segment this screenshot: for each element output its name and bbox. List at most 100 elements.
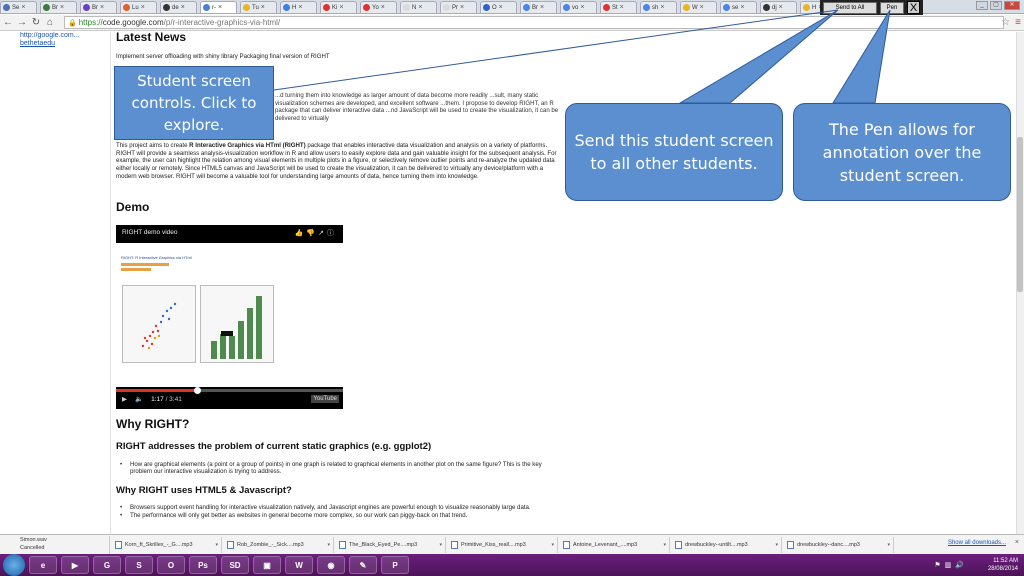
close-student-screen-button[interactable]: X [907, 1, 920, 14]
taskbar-app-icon[interactable]: P [381, 556, 409, 574]
youtube-logo[interactable]: YouTube [311, 395, 339, 403]
start-button[interactable] [3, 554, 25, 576]
browser-tab[interactable]: sh × [640, 1, 677, 13]
flag-icon[interactable]: ⚑ [934, 562, 944, 569]
volume-tray-icon[interactable]: 🔊 [955, 562, 968, 569]
video-player[interactable]: RIGHT demo video 👍👎↗ⓘ RIGHT: R Interacti… [116, 225, 343, 409]
download-item[interactable]: Simon.wav Cancelled [0, 535, 110, 554]
maximize-button[interactable]: ▢ [990, 1, 1002, 10]
sidebar-link[interactable]: http://google.com... [20, 32, 80, 40]
tab-close-icon[interactable]: × [218, 4, 222, 11]
clock[interactable]: 11:52 AM 28/08/2014 [988, 557, 1018, 573]
download-item[interactable]: drewbuckley--danc....mp3 ▾ [784, 536, 894, 553]
taskbar-app-icon[interactable]: Ps [189, 556, 217, 574]
tab-close-icon[interactable]: × [298, 4, 302, 11]
taskbar-app-icon[interactable]: ✎ [349, 556, 377, 574]
bookmark-star-icon[interactable]: ☆ [1001, 17, 1010, 28]
download-item[interactable]: drewbuckley--untilt....mp3 ▾ [672, 536, 782, 553]
tab-close-icon[interactable]: × [700, 4, 704, 11]
chevron-down-icon[interactable]: ▾ [663, 542, 666, 548]
sidebar-link[interactable]: bethetaedu [20, 40, 80, 48]
taskbar-app-icon[interactable]: W [285, 556, 313, 574]
tab-close-icon[interactable]: × [740, 4, 744, 11]
forward-arrow-icon[interactable]: → [16, 17, 28, 28]
taskbar-app-icon[interactable]: ◉ [317, 556, 345, 574]
chevron-down-icon[interactable]: ▾ [439, 542, 442, 548]
browser-tab[interactable]: Se × [0, 1, 37, 13]
taskbar-app-icon[interactable]: e [29, 556, 57, 574]
browser-tab[interactable]: Br × [520, 1, 557, 13]
tab-close-icon[interactable]: × [499, 4, 503, 11]
browser-tab[interactable]: Ki × [320, 1, 357, 13]
browser-tab[interactable]: Lu × [120, 1, 157, 13]
download-item[interactable]: The_Black_Eyed_Pe....mp3 ▾ [336, 536, 446, 553]
page-scrollbar[interactable] [1016, 32, 1024, 534]
chevron-down-icon[interactable]: ▾ [551, 542, 554, 548]
browser-tab[interactable]: O × [480, 1, 517, 13]
tab-close-icon[interactable]: × [181, 4, 185, 11]
tab-close-icon[interactable]: × [381, 4, 385, 11]
tab-close-icon[interactable]: × [580, 4, 584, 11]
browser-tab[interactable]: St × [600, 1, 637, 13]
chevron-down-icon[interactable]: ▾ [887, 542, 890, 548]
tab-close-icon[interactable]: × [460, 4, 464, 11]
back-arrow-icon[interactable]: ← [2, 17, 14, 28]
info-icon[interactable]: ⓘ [327, 230, 337, 237]
pen-button[interactable]: Pen [880, 1, 904, 14]
show-all-downloads-link[interactable]: Show all downloads... [948, 540, 1006, 546]
dislike-icon[interactable]: 👎 [306, 230, 318, 237]
tab-close-icon[interactable]: × [660, 4, 664, 11]
chevron-down-icon[interactable]: ▾ [775, 542, 778, 548]
browser-tab[interactable]: r- × [200, 1, 237, 13]
browser-tab[interactable]: N × [400, 1, 437, 13]
taskbar-app-icon[interactable]: G [93, 556, 121, 574]
close-downloads-bar-button[interactable]: × [1015, 539, 1019, 546]
download-item[interactable]: Antoine_Levenant_....mp3 ▾ [560, 536, 670, 553]
home-icon[interactable]: ⌂ [44, 17, 56, 28]
play-icon[interactable]: ▶ [122, 395, 127, 403]
chevron-down-icon[interactable]: ▾ [327, 542, 330, 548]
browser-tab[interactable]: se × [720, 1, 757, 13]
tab-close-icon[interactable]: × [418, 4, 422, 11]
taskbar-app-icon[interactable]: ▶ [61, 556, 89, 574]
tab-close-icon[interactable]: × [60, 4, 64, 11]
browser-tab[interactable]: H× [280, 1, 317, 13]
taskbar-app-icon[interactable]: S [125, 556, 153, 574]
taskbar-app-icon[interactable]: SD [221, 556, 249, 574]
browser-tab[interactable]: Br × [40, 1, 77, 13]
taskbar-app-icon[interactable]: O [157, 556, 185, 574]
browser-tab[interactable]: de × [160, 1, 197, 13]
tab-close-icon[interactable]: × [100, 4, 104, 11]
reload-icon[interactable]: ↻ [30, 17, 42, 28]
menu-icon[interactable]: ≡ [1015, 17, 1021, 28]
scrollbar-thumb[interactable] [1017, 137, 1023, 292]
taskbar-app-icon[interactable]: ▣ [253, 556, 281, 574]
tab-close-icon[interactable]: × [540, 4, 544, 11]
video-scrubber-handle[interactable] [194, 387, 201, 394]
chevron-down-icon[interactable]: ▾ [215, 542, 218, 548]
tab-close-icon[interactable]: × [339, 4, 343, 11]
network-icon[interactable]: ▥ [945, 562, 956, 569]
like-icon[interactable]: 👍 [295, 230, 307, 237]
browser-tab[interactable]: Tu × [240, 1, 277, 13]
tab-close-icon[interactable]: × [620, 4, 624, 11]
tab-close-icon[interactable]: × [261, 4, 265, 11]
download-item[interactable]: Primitive_Kiss_reall....mp3 ▾ [448, 536, 558, 553]
browser-tab[interactable]: Pr × [440, 1, 477, 13]
window-close-button[interactable]: ✕ [1004, 1, 1020, 10]
browser-tab[interactable]: Yo × [360, 1, 397, 13]
address-bar[interactable]: 🔒 https:// code.google.com /p/r-interact… [64, 16, 1004, 29]
browser-tab[interactable]: W × [680, 1, 717, 13]
tab-close-icon[interactable]: × [779, 4, 783, 11]
volume-icon[interactable]: 🔈 [135, 395, 143, 403]
browser-tab[interactable]: Br × [80, 1, 117, 13]
browser-tab[interactable]: vo × [560, 1, 597, 13]
send-to-all-button[interactable]: Send to All [823, 1, 877, 14]
minimize-button[interactable]: _ [976, 1, 988, 10]
tab-close-icon[interactable]: × [141, 4, 145, 11]
browser-tab[interactable]: dj × [760, 1, 797, 13]
tab-close-icon[interactable]: × [21, 4, 25, 11]
download-item[interactable]: Korn_ft_Skrillex_-_G....mp3 ▾ [112, 536, 222, 553]
share-icon[interactable]: ↗ [318, 230, 327, 237]
download-item[interactable]: Rob_Zombie_-_Sick....mp3 ▾ [224, 536, 334, 553]
